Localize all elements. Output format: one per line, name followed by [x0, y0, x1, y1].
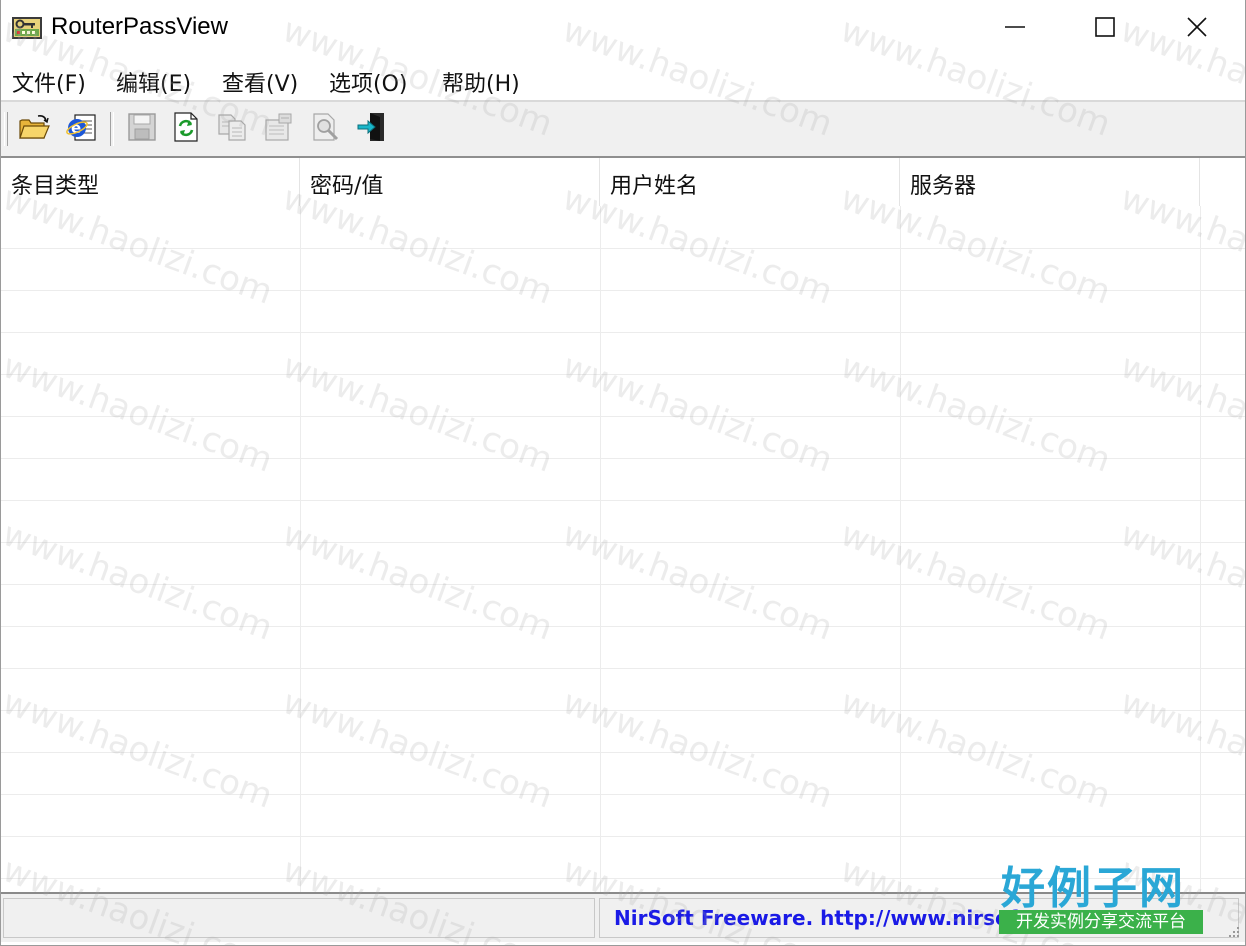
column-header-entry-type[interactable]: 条目类型 — [1, 158, 300, 206]
grid-column-line — [600, 206, 601, 892]
column-header-label: 用户姓名 — [610, 174, 699, 199]
menu-file[interactable]: 文件(F) — [10, 64, 88, 100]
status-bar: NirSoft Freeware. http://www.nirsoft.net — [1, 892, 1245, 942]
window-title: RouterPassView — [51, 13, 228, 40]
toolbar-separator — [110, 112, 114, 146]
grid-row-line — [1, 710, 1245, 711]
menu-options[interactable]: 选项(O) — [327, 64, 409, 100]
grid-row-line — [1, 458, 1245, 459]
grid-column-line — [900, 206, 901, 892]
copy-icon — [216, 112, 248, 146]
grid-row-line — [1, 626, 1245, 627]
open-button[interactable] — [15, 111, 53, 147]
minimize-icon — [1004, 16, 1026, 42]
grid-row-line — [1, 542, 1245, 543]
app-window: RouterPassView 文件(F) 编辑(E) 查看(V) 选项(O) 帮… — [0, 0, 1246, 946]
resize-grip-icon[interactable] — [1227, 924, 1241, 938]
status-pane-count — [3, 898, 595, 938]
menu-edit[interactable]: 编辑(E) — [114, 64, 193, 100]
internet-explorer-button[interactable]: e — [62, 111, 100, 147]
status-pane-link: NirSoft Freeware. http://www.nirsoft.net — [599, 898, 1239, 938]
refresh-button[interactable] — [167, 111, 205, 147]
grid-row-line — [1, 794, 1245, 795]
maximize-button[interactable] — [1059, 0, 1151, 58]
find-button[interactable] — [307, 111, 345, 147]
close-icon — [1186, 16, 1208, 42]
save-icon — [127, 112, 157, 146]
grid-row-line — [1, 500, 1245, 501]
title-bar[interactable]: RouterPassView — [1, 0, 1245, 58]
menu-help[interactable]: 帮助(H) — [440, 64, 522, 100]
column-header-username[interactable]: 用户姓名 — [600, 158, 900, 206]
grid-row-line — [1, 416, 1245, 417]
internet-explorer-icon: e — [65, 112, 97, 146]
maximize-icon — [1094, 16, 1116, 42]
toolbar: e — [1, 100, 1245, 158]
grid-row-line — [1, 248, 1245, 249]
nirsoft-link[interactable]: NirSoft Freeware. http://www.nirsoft.net — [614, 906, 1072, 930]
column-header-label: 服务器 — [910, 174, 977, 199]
column-header-server[interactable]: 服务器 — [900, 158, 1200, 206]
grid-row-line — [1, 584, 1245, 585]
find-icon — [310, 112, 342, 146]
properties-icon — [263, 112, 295, 146]
close-button[interactable] — [1151, 0, 1243, 58]
grid-row-line — [1, 374, 1245, 375]
grid-column-line — [1200, 206, 1201, 892]
grid-row-line — [1, 290, 1245, 291]
menu-view[interactable]: 查看(V) — [220, 64, 300, 100]
copy-button[interactable] — [213, 111, 251, 147]
grid-column-line — [300, 206, 301, 892]
password-list[interactable]: 条目类型 密码/值 用户姓名 服务器 — [1, 158, 1245, 892]
router-app-icon — [11, 14, 43, 42]
minimize-button[interactable] — [969, 0, 1061, 58]
grid-row-line — [1, 332, 1245, 333]
column-header-password[interactable]: 密码/值 — [300, 158, 600, 206]
open-folder-icon — [18, 113, 50, 145]
list-header: 条目类型 密码/值 用户姓名 服务器 — [1, 158, 1245, 206]
grid-row-line — [1, 668, 1245, 669]
menu-bar: 文件(F) 编辑(E) 查看(V) 选项(O) 帮助(H) — [1, 58, 1245, 100]
save-button[interactable] — [123, 111, 161, 147]
refresh-icon — [171, 111, 201, 147]
grid-row-line — [1, 836, 1245, 837]
column-header-label: 条目类型 — [11, 174, 100, 199]
grid-row-line — [1, 878, 1245, 879]
grid-row-line — [1, 752, 1245, 753]
exit-icon — [356, 111, 388, 147]
column-header-label: 密码/值 — [310, 174, 384, 199]
toolbar-grip[interactable] — [4, 112, 8, 146]
exit-button[interactable] — [353, 111, 391, 147]
properties-button[interactable] — [260, 111, 298, 147]
